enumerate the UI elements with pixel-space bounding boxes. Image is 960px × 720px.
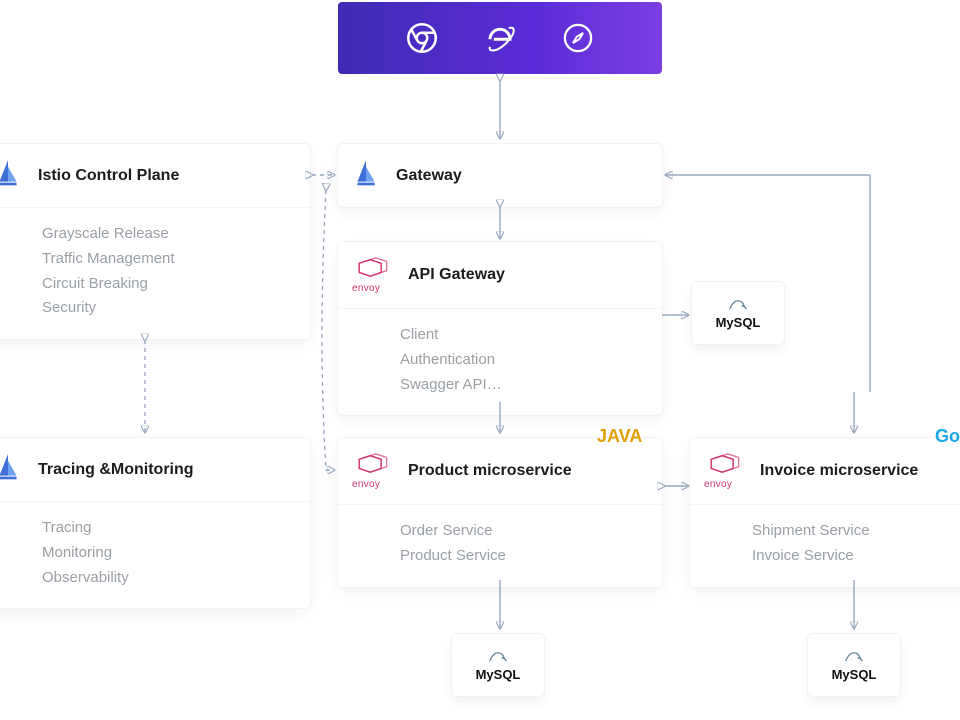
mysql-tile: MySQL [452, 634, 544, 696]
mysql-label: MySQL [716, 315, 761, 330]
box-title: Tracing &Monitoring [38, 461, 194, 479]
list-item: Circuit Breaking [42, 272, 292, 297]
list-item: Observability [42, 566, 292, 591]
box-body: Tracing Monitoring Observability [0, 502, 310, 608]
tag-go: Go [935, 426, 960, 447]
list-item: Authentication [400, 348, 644, 373]
box-body: Shipment Service Invoice Service [690, 505, 960, 587]
envoy-label: envoy [704, 479, 744, 490]
box-title: Invoice microservice [760, 462, 918, 480]
mysql-tile: MySQL [808, 634, 900, 696]
box-tracing-monitoring: Tracing &Monitoring Tracing Monitoring O… [0, 438, 310, 608]
envoy-icon: envoy [704, 452, 744, 490]
mysql-label: MySQL [476, 667, 521, 682]
list-item: Swagger API… [400, 373, 644, 398]
list-item: Security [42, 296, 292, 321]
list-item: Grayscale Release [42, 222, 292, 247]
istio-icon [0, 158, 22, 193]
mysql-tile: MySQL [692, 282, 784, 344]
box-title: Product microservice [408, 462, 572, 480]
list-item: Traffic Management [42, 247, 292, 272]
box-title: Istio Control Plane [38, 167, 179, 185]
box-body: Client Authentication Swagger API… [338, 309, 662, 415]
safari-icon [563, 23, 593, 53]
box-body: Order Service Product Service [338, 505, 662, 587]
list-item: Order Service [400, 519, 644, 544]
envoy-label: envoy [352, 283, 392, 294]
browsers-bar [338, 2, 662, 74]
list-item: Client [400, 323, 644, 348]
box-title: API Gateway [408, 266, 505, 284]
list-item: Monitoring [42, 541, 292, 566]
ie-icon [485, 23, 515, 53]
chrome-icon [407, 23, 437, 53]
envoy-icon: envoy [352, 256, 392, 294]
tag-java: JAVA [597, 426, 642, 447]
envoy-label: envoy [352, 479, 392, 490]
mysql-label: MySQL [832, 667, 877, 682]
istio-icon [352, 158, 380, 193]
istio-icon [0, 452, 22, 487]
box-api-gateway: envoy API Gateway Client Authentication … [338, 242, 662, 415]
box-title: Gateway [396, 167, 462, 185]
box-body: Grayscale Release Traffic Management Cir… [0, 208, 310, 339]
box-gateway: Gateway [338, 144, 662, 207]
list-item: Shipment Service [752, 519, 960, 544]
box-product-microservice: envoy Product microservice Order Service… [338, 438, 662, 587]
list-item: Tracing [42, 516, 292, 541]
list-item: Product Service [400, 544, 644, 569]
envoy-icon: envoy [352, 452, 392, 490]
box-istio-control-plane: Istio Control Plane Grayscale Release Tr… [0, 144, 310, 339]
box-invoice-microservice: envoy Invoice microservice Shipment Serv… [690, 438, 960, 587]
list-item: Invoice Service [752, 544, 960, 569]
